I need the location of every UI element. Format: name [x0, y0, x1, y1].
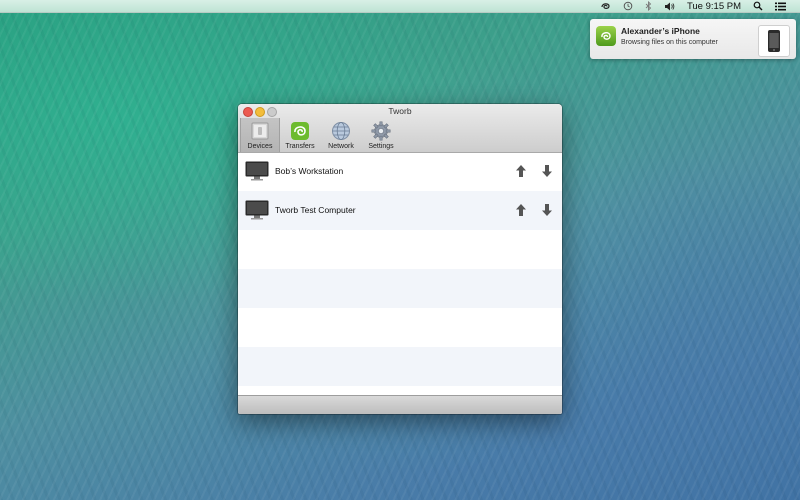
- settings-icon: [371, 121, 391, 141]
- empty-row: [238, 230, 562, 269]
- menu-clock[interactable]: Tue 9:15 PM: [687, 1, 741, 12]
- upload-button[interactable]: [515, 164, 527, 178]
- arrow-up-icon: [516, 165, 526, 177]
- transfers-icon: [291, 122, 309, 140]
- arrow-down-icon: [542, 165, 552, 177]
- notification-center-icon[interactable]: [775, 0, 786, 13]
- network-icon: [332, 122, 350, 140]
- bluetooth-icon[interactable]: [645, 0, 652, 13]
- notification-title: Alexander’s iPhone: [621, 26, 700, 36]
- spotlight-icon[interactable]: [753, 0, 763, 13]
- iphone-icon: [758, 25, 790, 57]
- toolbar-transfers-label: Transfers: [285, 143, 315, 150]
- arrow-up-icon: [516, 204, 526, 216]
- window-title: Tworb: [388, 106, 412, 116]
- tworb-window: Tworb Devices Transfers Network Settings…: [238, 104, 562, 414]
- download-button[interactable]: [541, 164, 553, 178]
- arrow-down-icon: [542, 204, 552, 216]
- device-row[interactable]: Bob’s Workstation: [238, 152, 562, 191]
- monitor-icon: [245, 161, 269, 181]
- empty-row: [238, 347, 562, 386]
- toolbar-transfers[interactable]: Transfers: [280, 118, 320, 152]
- empty-row: [238, 308, 562, 347]
- volume-icon[interactable]: [664, 0, 675, 13]
- toolbar-network-label: Network: [328, 143, 354, 150]
- download-button[interactable]: [541, 203, 553, 217]
- toolbar-network[interactable]: Network: [321, 118, 361, 152]
- tworb-menu-icon[interactable]: [600, 0, 611, 13]
- window-toolbar: Tworb Devices Transfers Network Settings: [238, 104, 562, 153]
- toolbar-devices-label: Devices: [247, 143, 273, 150]
- device-name: Bob’s Workstation: [275, 166, 344, 176]
- toolbar-settings-label: Settings: [368, 143, 394, 150]
- monitor-icon: [245, 200, 269, 220]
- toolbar-settings[interactable]: Settings: [361, 118, 401, 152]
- device-name: Tworb Test Computer: [275, 205, 356, 215]
- notification-body: Browsing files on this computer: [621, 39, 718, 46]
- menu-bar: Tue 9:15 PM: [0, 0, 800, 13]
- notification-banner[interactable]: Alexander’s iPhone Browsing files on thi…: [590, 19, 796, 59]
- device-list: Bob’s Workstation Tworb Test Computer: [238, 152, 562, 386]
- upload-button[interactable]: [515, 203, 527, 217]
- toolbar-devices[interactable]: Devices: [240, 118, 280, 152]
- tworb-icon: [596, 26, 616, 46]
- time-machine-icon[interactable]: [623, 0, 633, 13]
- empty-row: [238, 269, 562, 308]
- device-row[interactable]: Tworb Test Computer: [238, 191, 562, 230]
- window-status-bar: [238, 395, 562, 414]
- devices-icon: [251, 122, 269, 140]
